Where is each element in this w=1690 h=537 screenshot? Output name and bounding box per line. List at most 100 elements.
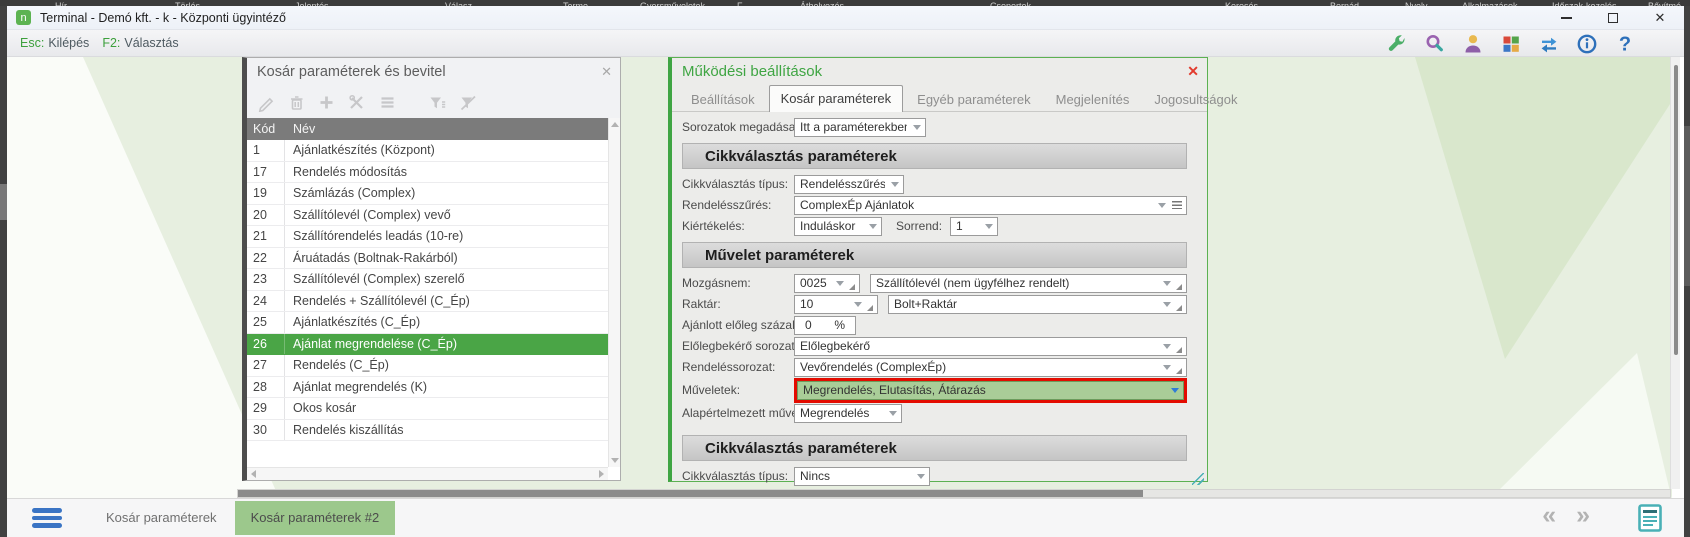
filter-icon xyxy=(430,97,446,108)
scrollbar-thumb[interactable] xyxy=(238,490,1143,497)
tools-button[interactable] xyxy=(347,93,367,112)
table-row[interactable]: 29 Okos kosár xyxy=(247,398,608,420)
movement-code-dropdown[interactable]: 0025 xyxy=(794,273,860,293)
f2-shortcut[interactable]: F2: Választás xyxy=(102,36,178,50)
tab-megjelen-t-s[interactable]: Megjelenítés xyxy=(1045,88,1141,111)
scrollbar-thumb[interactable] xyxy=(1674,65,1678,355)
edit-button[interactable] xyxy=(257,93,276,112)
advance-series-dropdown[interactable]: Előlegbekérő xyxy=(794,336,1187,356)
esc-shortcut[interactable]: Esc: Kilépés xyxy=(20,36,89,50)
column-header-code[interactable]: Kód xyxy=(247,122,285,136)
table-row[interactable]: 20 Szállítólevél (Complex) vevő xyxy=(247,204,608,226)
order-series-row: Rendeléssorozat: Vevőrendelés (ComplexÉp… xyxy=(682,357,1187,377)
field-label: Kiértékelés: xyxy=(682,219,745,233)
maximize-button[interactable] xyxy=(1603,8,1623,28)
order-filter-dropdown[interactable]: ComplexÉp Ajánlatok xyxy=(794,195,1187,215)
operations-dropdown-highlighted[interactable]: Megrendelés, Elutasítás, Átárazás xyxy=(797,380,1184,400)
next-window-button[interactable]: » xyxy=(1576,501,1590,530)
table-row[interactable]: 17 Rendelés módosítás xyxy=(247,161,608,183)
sort-dropdown[interactable]: 1 xyxy=(950,216,999,236)
transfer-button[interactable] xyxy=(1536,31,1562,56)
chevron-down-icon xyxy=(1163,364,1171,370)
table-row[interactable]: 1 Ajánlatkészítés (Központ) xyxy=(247,140,608,162)
article-type-dropdown[interactable]: Rendelésszűrés xyxy=(794,174,904,194)
field-label: Rendelésszűrés: xyxy=(682,198,772,212)
info-button[interactable] xyxy=(1574,31,1600,56)
section-header: Cikkválasztás paraméterek xyxy=(682,143,1187,169)
evaluation-row: Kiértékelés: Induláskor Sorrend: 1 xyxy=(682,216,1187,236)
scroll-left-arrow[interactable] xyxy=(251,470,256,478)
backdrop-menu-item: Keresés xyxy=(1225,1,1259,6)
svg-text:?: ? xyxy=(1619,33,1631,55)
table-row[interactable]: 27 Rendelés (C_Ép) xyxy=(247,355,608,377)
row-code-cell: 30 xyxy=(247,419,285,440)
row-name-cell: Rendelés kiszállítás xyxy=(293,422,404,437)
filter-button[interactable] xyxy=(427,93,447,112)
row-code-cell: 28 xyxy=(247,376,285,397)
list-menu-button[interactable] xyxy=(378,93,397,112)
default-operation-dropdown[interactable]: Megrendelés xyxy=(794,403,902,423)
row-name-cell: Számlázás (Complex) xyxy=(293,186,416,201)
scroll-right-arrow[interactable] xyxy=(599,470,604,478)
document-list-icon xyxy=(1638,504,1662,532)
column-header-name[interactable]: Név xyxy=(285,122,315,136)
content-horizontal-scrollbar[interactable] xyxy=(237,489,1671,498)
scroll-up-arrow[interactable] xyxy=(610,122,619,127)
edge-handle xyxy=(0,184,7,220)
chevron-down-icon xyxy=(917,473,925,479)
search-button[interactable] xyxy=(1422,31,1448,56)
table-row[interactable]: 19 Számlázás (Complex) xyxy=(247,183,608,205)
series-mode-dropdown[interactable]: Itt a paraméterekben xyxy=(794,117,926,137)
minimize-button[interactable] xyxy=(1556,8,1576,28)
panel-close-button[interactable]: ✕ xyxy=(1187,63,1199,80)
panel-close-button[interactable]: ✕ xyxy=(601,64,612,80)
table-row[interactable]: 30 Rendelés kiszállítás xyxy=(247,419,608,441)
tab-egy-b-param-terek[interactable]: Egyéb paraméterek xyxy=(906,88,1041,111)
table-row[interactable]: 24 Rendelés + Szállítólevél (C_Ép) xyxy=(247,290,608,312)
table-row[interactable]: 25 Ajánlatkészítés (C_Ép) xyxy=(247,312,608,334)
backdrop-menu-item: Áthelyezés xyxy=(800,1,845,6)
row-code-cell: 17 xyxy=(247,161,285,182)
modules-grid-button[interactable] xyxy=(1498,31,1524,56)
chevron-down-icon xyxy=(913,124,921,130)
list-vertical-scrollbar[interactable] xyxy=(608,118,620,467)
close-button[interactable]: ✕ xyxy=(1650,8,1670,28)
table-row[interactable]: 21 Szállítórendelés leadás (10-re) xyxy=(247,226,608,248)
warehouse-code-dropdown[interactable]: 10 xyxy=(794,294,878,314)
article-type-dropdown-2[interactable]: Nincs xyxy=(794,466,930,486)
clear-filter-button[interactable] xyxy=(458,93,478,112)
tab-jogosults-gok[interactable]: Jogosultságok xyxy=(1143,88,1248,111)
help-button[interactable]: ? xyxy=(1612,31,1638,56)
table-row[interactable]: 23 Szállítólevél (Complex) szerelő xyxy=(247,269,608,291)
window-tab-kos-r-param-terek-2[interactable]: Kosár paraméterek #2 xyxy=(234,501,396,535)
scroll-down-arrow[interactable] xyxy=(610,458,619,463)
table-header: Kód Név xyxy=(247,118,608,140)
warehouse-name-dropdown[interactable]: Bolt+Raktár xyxy=(888,294,1187,314)
delete-trash-icon xyxy=(291,95,303,110)
delete-button[interactable] xyxy=(287,93,306,112)
table-row[interactable]: 26 Ajánlat megrendelése (C_Ép) xyxy=(247,333,608,355)
window-tab-kos-r-param-terek[interactable]: Kosár paraméterek xyxy=(92,504,231,532)
order-series-dropdown[interactable]: Vevőrendelés (ComplexÉp) xyxy=(794,357,1187,377)
bottom-menu-button[interactable] xyxy=(32,508,62,528)
tab-be-ll-t-sok[interactable]: Beállítások xyxy=(680,88,766,111)
settings-tabs: Beállítások Kosár paraméterek Egyéb paramé… xyxy=(672,85,1237,112)
evaluation-dropdown[interactable]: Induláskor xyxy=(794,216,882,236)
table-row[interactable]: 28 Ajánlat megrendelés (K) xyxy=(247,376,608,398)
user-button[interactable] xyxy=(1460,31,1486,56)
advance-percent-input[interactable]: 0% xyxy=(794,315,856,335)
resize-grip-icon[interactable] xyxy=(1192,473,1204,485)
prev-window-button[interactable]: « xyxy=(1542,501,1556,530)
row-name-cell: Ajánlatkészítés (C_Ép) xyxy=(293,315,421,330)
row-code-cell: 27 xyxy=(247,355,285,376)
settings-wrench-button[interactable] xyxy=(1384,31,1410,56)
field-label: Előlegbekérő sorozat: xyxy=(682,339,799,353)
window-vertical-scrollbar[interactable] xyxy=(1670,57,1680,489)
table-row[interactable]: 22 Áruátadás (Boltnak-Rakárból) xyxy=(247,247,608,269)
help-icon: ? xyxy=(1619,33,1631,55)
movement-name-dropdown[interactable]: Szállítólevél (nem ügyfélhez rendelt) xyxy=(870,273,1187,293)
add-button[interactable] xyxy=(317,93,336,112)
list-horizontal-scrollbar[interactable] xyxy=(247,467,608,480)
window-list-button[interactable] xyxy=(1638,504,1662,532)
tab-kos-r-param-terek[interactable]: Kosár paraméterek xyxy=(768,85,904,112)
